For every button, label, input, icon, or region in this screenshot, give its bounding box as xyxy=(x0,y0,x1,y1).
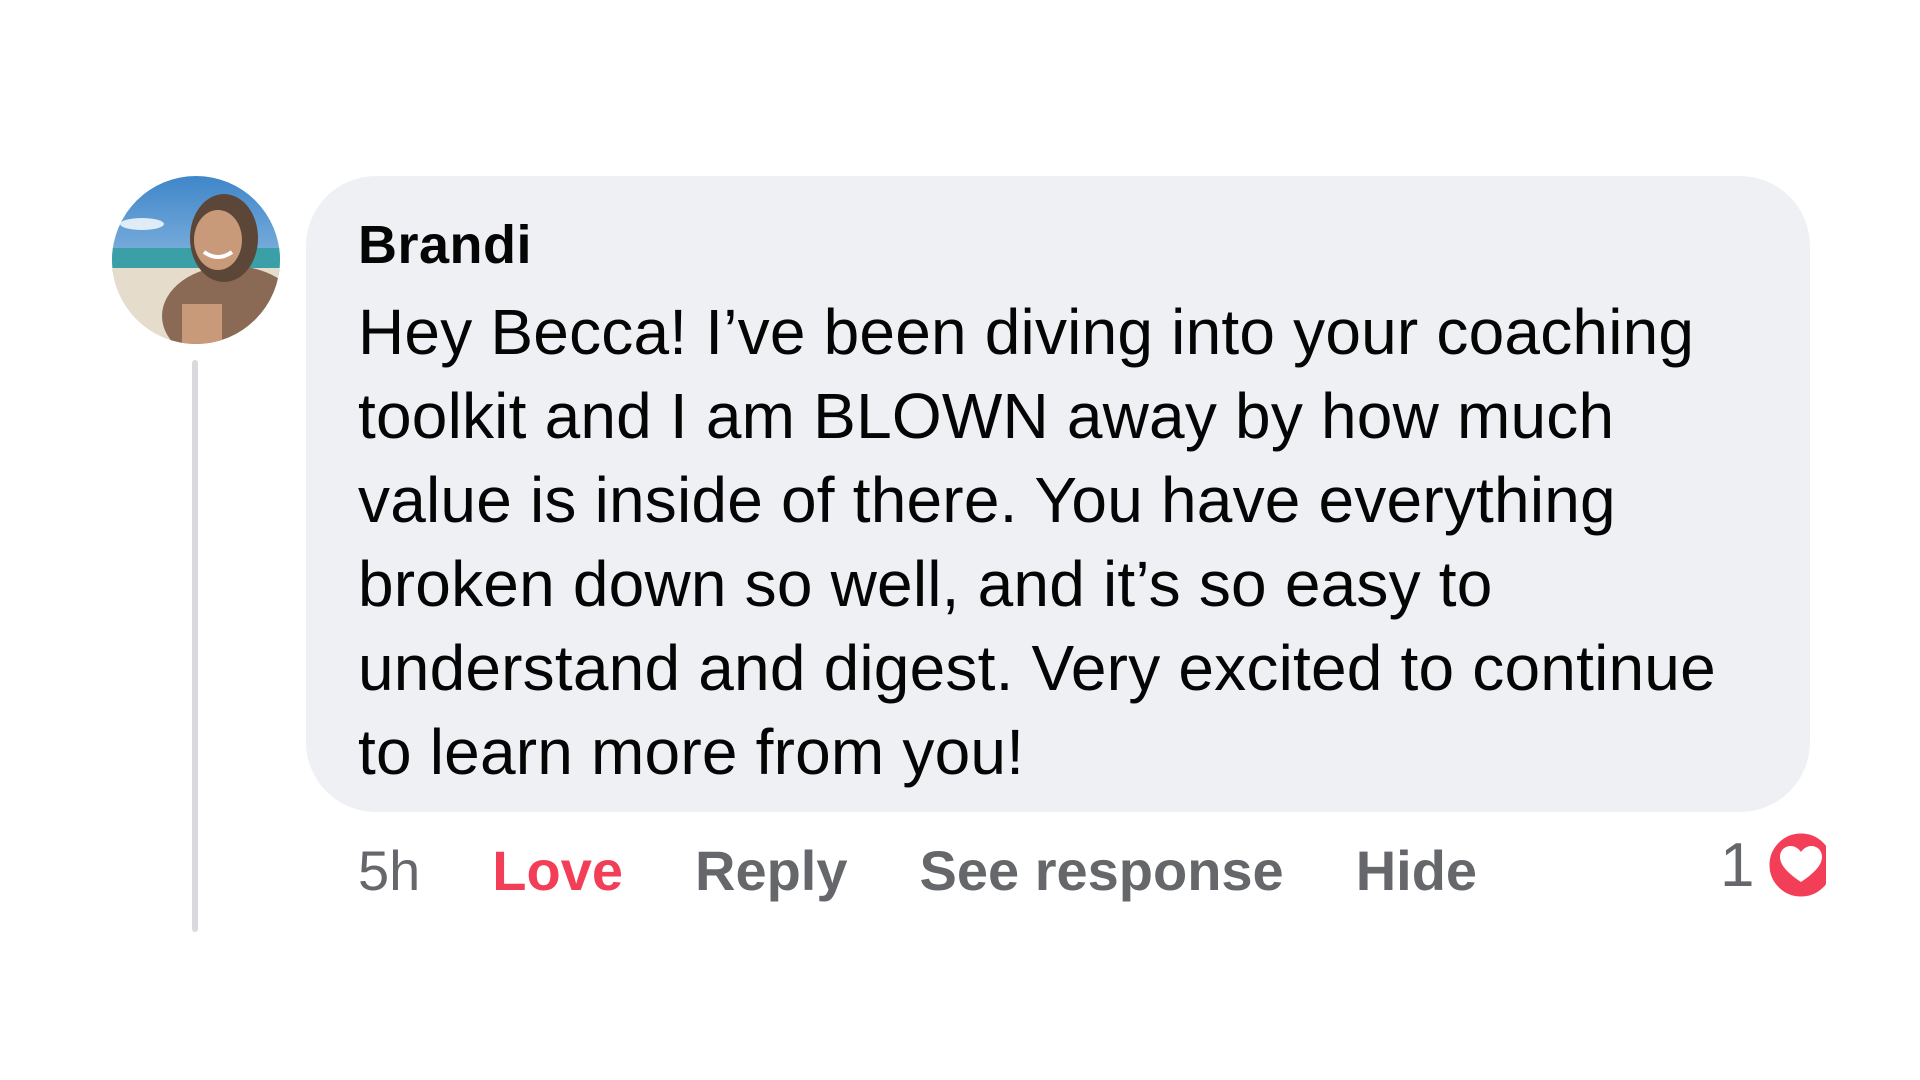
comment-actions: 5h Love Reply See response Hide xyxy=(358,838,1477,903)
see-response-button[interactable]: See response xyxy=(920,838,1284,903)
reaction-count: 1 xyxy=(1720,830,1755,900)
thread-line xyxy=(192,360,198,932)
comment-thread: Brandi Hey Becca! I’ve been diving into … xyxy=(0,0,1920,1080)
comment-timestamp[interactable]: 5h xyxy=(358,838,420,903)
avatar[interactable] xyxy=(112,176,280,344)
reply-button[interactable]: Reply xyxy=(695,838,848,903)
hide-button[interactable]: Hide xyxy=(1356,838,1477,903)
avatar-image xyxy=(112,176,280,344)
comment-bubble: Brandi Hey Becca! I’ve been diving into … xyxy=(306,176,1810,812)
love-button[interactable]: Love xyxy=(492,838,623,903)
heart-icon xyxy=(1766,830,1827,900)
comment-author[interactable]: Brandi xyxy=(358,212,1760,278)
reaction-summary[interactable]: 1 xyxy=(1720,830,1827,900)
comment-text: Hey Becca! I’ve been diving into your co… xyxy=(358,296,1716,788)
